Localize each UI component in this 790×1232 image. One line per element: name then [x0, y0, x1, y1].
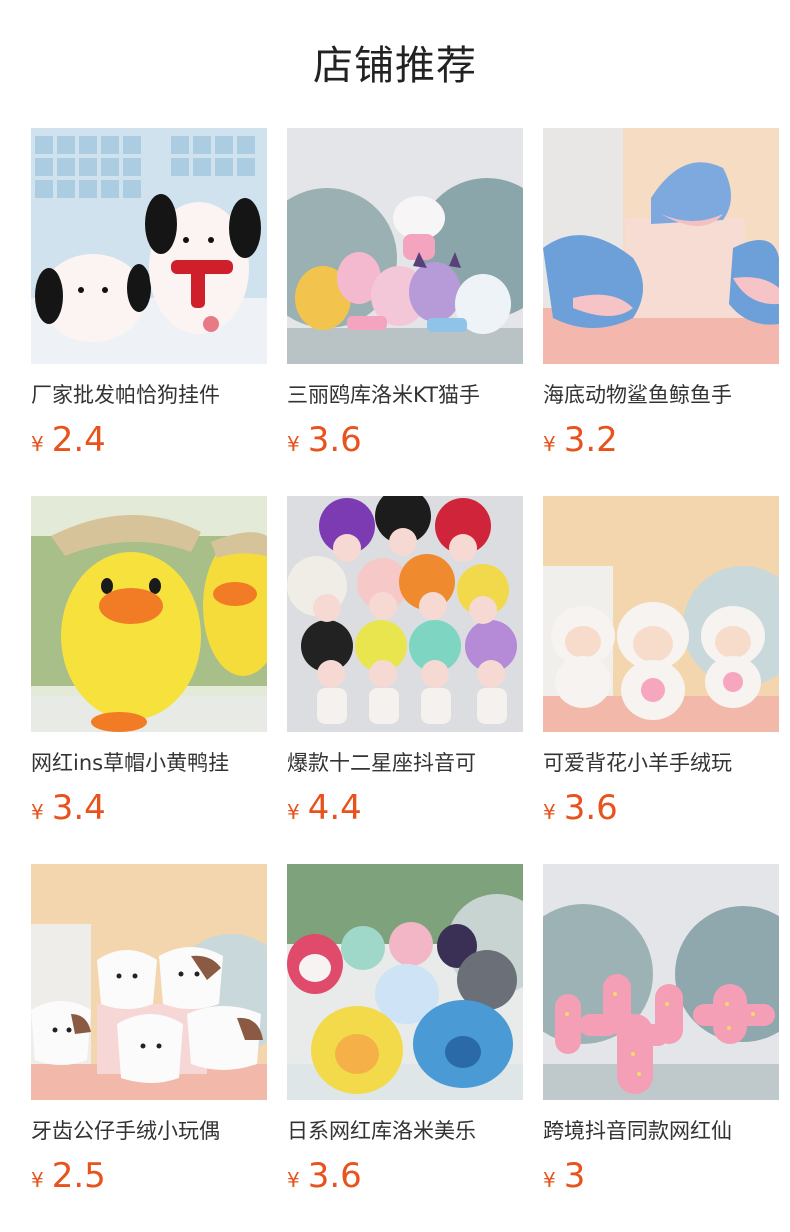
currency-symbol: ¥ — [31, 1168, 44, 1192]
currency-symbol: ¥ — [543, 800, 556, 824]
product-title[interactable]: 厂家批发帕恰狗挂件 — [31, 378, 267, 412]
product-title[interactable]: 三丽鸥库洛米KT猫手 — [287, 378, 523, 412]
product-card[interactable]: 牙齿公仔手绒小玩偶 ¥2.5 — [31, 864, 267, 1196]
price-value: 3 — [563, 1156, 586, 1196]
page-title: 店铺推荐 — [313, 43, 477, 89]
product-price: ¥2.5 — [31, 1154, 106, 1198]
product-price: ¥4.4 — [287, 786, 362, 830]
product-title[interactable]: 可爱背花小羊手绒玩 — [543, 746, 779, 780]
product-card[interactable]: 厂家批发帕恰狗挂件 ¥2.4 — [31, 128, 267, 460]
product-price: ¥3.4 — [31, 786, 106, 830]
product-image[interactable] — [287, 864, 523, 1100]
product-card[interactable]: 三丽鸥库洛米KT猫手 ¥3.6 — [287, 128, 523, 460]
product-card[interactable]: 海底动物鲨鱼鲸鱼手 ¥3.2 — [543, 128, 779, 460]
currency-symbol: ¥ — [543, 432, 556, 456]
product-title[interactable]: 海底动物鲨鱼鲸鱼手 — [543, 378, 779, 412]
product-card[interactable]: 网红ins草帽小黄鸭挂 ¥3.4 — [31, 496, 267, 828]
product-card[interactable]: 跨境抖音同款网红仙 ¥3 — [543, 864, 779, 1196]
product-title[interactable]: 爆款十二星座抖音可 — [287, 746, 523, 780]
product-image[interactable] — [287, 496, 523, 732]
product-card[interactable]: 日系网红库洛米美乐 ¥3.6 — [287, 864, 523, 1196]
price-value: 2.5 — [51, 1156, 106, 1196]
product-image[interactable] — [287, 128, 523, 364]
product-price: ¥3.6 — [287, 1154, 362, 1198]
product-price: ¥3 — [543, 1154, 585, 1198]
product-price: ¥3.6 — [543, 786, 618, 830]
product-price: ¥3.2 — [543, 418, 618, 462]
product-title[interactable]: 网红ins草帽小黄鸭挂 — [31, 746, 267, 780]
product-image[interactable] — [31, 496, 267, 732]
price-value: 3.6 — [307, 1156, 362, 1196]
product-image[interactable] — [543, 496, 779, 732]
product-image[interactable] — [31, 864, 267, 1100]
currency-symbol: ¥ — [287, 1168, 300, 1192]
currency-symbol: ¥ — [287, 432, 300, 456]
currency-symbol: ¥ — [287, 800, 300, 824]
product-image[interactable] — [31, 128, 267, 364]
product-card[interactable]: 可爱背花小羊手绒玩 ¥3.6 — [543, 496, 779, 828]
product-image[interactable] — [543, 864, 779, 1100]
price-value: 2.4 — [51, 420, 106, 460]
currency-symbol: ¥ — [31, 800, 44, 824]
price-value: 3.6 — [563, 788, 618, 828]
price-value: 3.6 — [307, 420, 362, 460]
product-title[interactable]: 日系网红库洛米美乐 — [287, 1114, 523, 1148]
product-title[interactable]: 跨境抖音同款网红仙 — [543, 1114, 779, 1148]
price-value: 3.4 — [51, 788, 106, 828]
product-image[interactable] — [543, 128, 779, 364]
product-price: ¥3.6 — [287, 418, 362, 462]
currency-symbol: ¥ — [31, 432, 44, 456]
currency-symbol: ¥ — [543, 1168, 556, 1192]
product-title[interactable]: 牙齿公仔手绒小玩偶 — [31, 1114, 267, 1148]
product-card[interactable]: 爆款十二星座抖音可 ¥4.4 — [287, 496, 523, 828]
price-value: 4.4 — [307, 788, 362, 828]
price-value: 3.2 — [563, 420, 618, 460]
product-price: ¥2.4 — [31, 418, 106, 462]
